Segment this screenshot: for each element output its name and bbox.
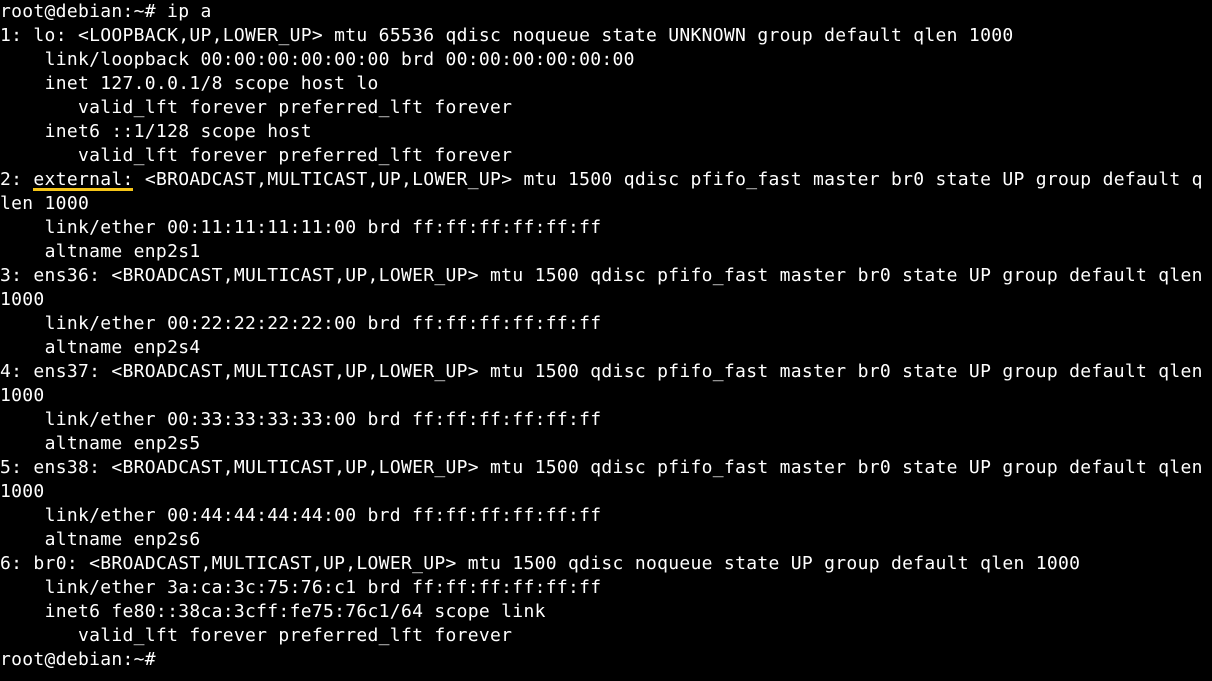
iface-detail: link/ether 00:11:11:11:11:00 brd ff:ff:f… — [0, 216, 1212, 240]
iface-header: 2: external: <BROADCAST,MULTICAST,UP,LOW… — [0, 169, 1203, 214]
iface-index: 5 — [0, 457, 11, 478]
iface-index: 4 — [0, 361, 11, 382]
iface-detail: valid_lft forever preferred_lft forever — [0, 96, 1212, 120]
iface-detail: link/ether 3a:ca:3c:75:76:c1 brd ff:ff:f… — [0, 576, 1212, 600]
iface-detail: inet 127.0.0.1/8 scope host lo — [0, 72, 1212, 96]
shell-prompt: root@debian:~# — [0, 649, 156, 670]
annotation-underline — [33, 188, 132, 191]
iface-index: 2 — [0, 169, 11, 190]
iface-flags: <BROADCAST,MULTICAST,UP,LOWER_UP> mtu 15… — [0, 265, 1212, 310]
iface-header: 1: lo: <LOOPBACK,UP,LOWER_UP> mtu 65536 … — [0, 25, 1013, 46]
iface-index: 1 — [0, 25, 11, 46]
iface-flags: <LOOPBACK,UP,LOWER_UP> mtu 65536 qdisc n… — [78, 25, 1014, 46]
iface-header: 3: ens36: <BROADCAST,MULTICAST,UP,LOWER_… — [0, 265, 1212, 310]
iface-detail: altname enp2s6 — [0, 528, 1212, 552]
iface-header: 5: ens38: <BROADCAST,MULTICAST,UP,LOWER_… — [0, 457, 1212, 502]
iface-detail: link/ether 00:22:22:22:22:00 brd ff:ff:f… — [0, 312, 1212, 336]
iface-detail: valid_lft forever preferred_lft forever — [0, 624, 1212, 648]
iface-flags: <BROADCAST,MULTICAST,UP,LOWER_UP> mtu 15… — [89, 553, 1080, 574]
shell-prompt: root@debian:~# — [0, 1, 156, 22]
iface-name: br0 — [33, 553, 66, 574]
iface-detail: valid_lft forever preferred_lft forever — [0, 144, 1212, 168]
iface-index: 3 — [0, 265, 11, 286]
iface-name: ens36 — [33, 265, 89, 286]
iface-detail: link/ether 00:33:33:33:33:00 brd ff:ff:f… — [0, 408, 1212, 432]
iface-index: 6 — [0, 553, 11, 574]
shell-command: ip a — [156, 1, 212, 22]
iface-detail: link/ether 00:44:44:44:44:00 brd ff:ff:f… — [0, 504, 1212, 528]
iface-name: ens38 — [33, 457, 89, 478]
iface-header: 4: ens37: <BROADCAST,MULTICAST,UP,LOWER_… — [0, 361, 1212, 406]
iface-flags: <BROADCAST,MULTICAST,UP,LOWER_UP> mtu 15… — [0, 361, 1212, 406]
iface-name: lo — [33, 25, 55, 46]
iface-name: external — [33, 169, 122, 190]
iface-detail: altname enp2s1 — [0, 240, 1212, 264]
iface-detail: altname enp2s4 — [0, 336, 1212, 360]
iface-detail: inet6 ::1/128 scope host — [0, 120, 1212, 144]
iface-detail: altname enp2s5 — [0, 432, 1212, 456]
iface-flags: <BROADCAST,MULTICAST,UP,LOWER_UP> mtu 15… — [0, 457, 1212, 502]
iface-flags: <BROADCAST,MULTICAST,UP,LOWER_UP> mtu 15… — [0, 169, 1203, 214]
terminal[interactable]: root@debian:~# ip a 1: lo: <LOOPBACK,UP,… — [0, 0, 1212, 681]
prompt-line-2: root@debian:~# — [0, 649, 156, 670]
iface-header: 6: br0: <BROADCAST,MULTICAST,UP,LOWER_UP… — [0, 553, 1080, 574]
iface-detail: inet6 fe80::38ca:3cff:fe75:76c1/64 scope… — [0, 600, 1212, 624]
iface-detail: link/loopback 00:00:00:00:00:00 brd 00:0… — [0, 48, 1212, 72]
prompt-line-1: root@debian:~# ip a — [0, 1, 212, 22]
iface-name: ens37 — [33, 361, 89, 382]
